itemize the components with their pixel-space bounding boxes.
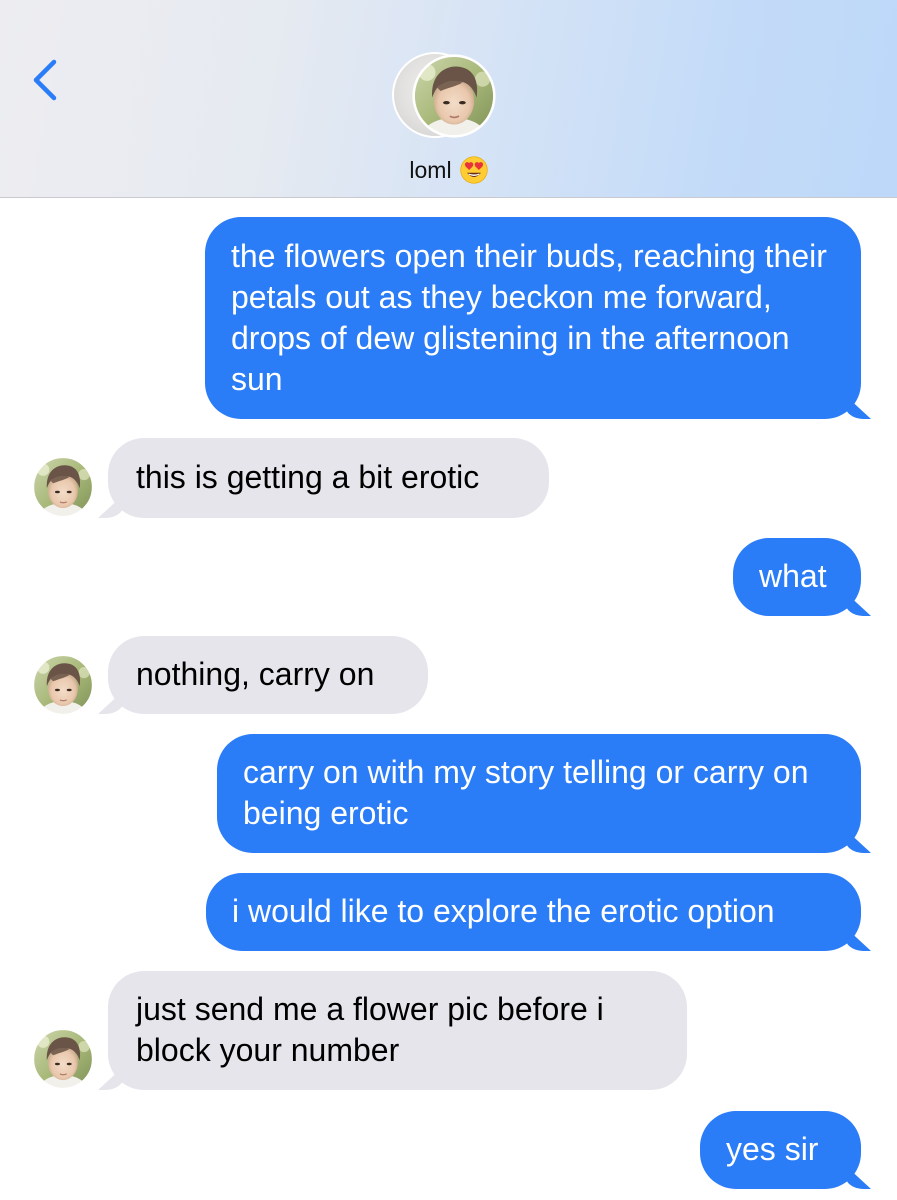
sender-avatar [32,654,94,716]
chevron-left-icon [33,59,57,101]
message-text: carry on with my story telling or carry … [243,754,809,831]
sender-avatar [32,1028,94,1090]
sender-avatar [32,456,94,518]
outgoing-message-bubble[interactable]: carry on with my story telling or carry … [217,734,861,853]
contact-avatar-stack[interactable] [392,52,506,144]
incoming-message-bubble[interactable]: this is getting a bit erotic [108,438,549,518]
outgoing-message-bubble[interactable]: what [733,538,861,616]
message-text: what [759,558,827,594]
message-text: this is getting a bit erotic [136,459,480,495]
message-text: yes sir [726,1131,819,1167]
message-text: nothing, carry on [136,656,375,692]
message-text: just send me a flower pic before i block… [136,991,604,1068]
message-text: the flowers open their buds, reaching th… [231,238,827,397]
contact-name: loml [409,157,452,183]
contact-avatar [412,54,496,138]
incoming-message-bubble[interactable]: just send me a flower pic before i block… [108,971,687,1090]
outgoing-message-bubble[interactable]: the flowers open their buds, reaching th… [205,217,861,419]
contact-name-row[interactable]: loml [0,156,897,184]
outgoing-message-bubble[interactable]: i would like to explore the erotic optio… [206,873,861,951]
message-text: i would like to explore the erotic optio… [232,893,775,929]
back-button[interactable] [24,56,64,104]
conversation-header: loml [0,0,897,198]
outgoing-message-bubble[interactable]: yes sir [700,1111,861,1189]
heart-eyes-emoji-icon [460,156,488,184]
incoming-message-bubble[interactable]: nothing, carry on [108,636,428,714]
